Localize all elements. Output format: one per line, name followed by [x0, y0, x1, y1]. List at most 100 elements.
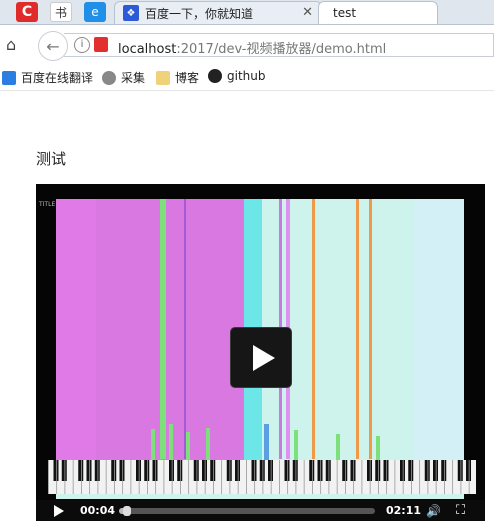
piano-white-key-edge: [369, 460, 371, 494]
piano-white-key-edge: [155, 460, 157, 494]
url-path: :2017/dev-视频播放器/demo.html: [176, 42, 387, 57]
piano-black-key: [136, 460, 141, 481]
pinned-tab-label: 书: [54, 5, 67, 20]
bookmark-blog[interactable]: 博客: [156, 69, 199, 86]
piano-black-key: [309, 460, 315, 481]
video-player[interactable]: TITLE 00:04 02:11 🔊 ⛶: [36, 184, 485, 521]
piano-black-key: [144, 460, 150, 481]
volume-icon[interactable]: 🔊: [426, 504, 441, 518]
piano-white-key-edge: [411, 460, 412, 494]
piano-black-key: [408, 460, 414, 481]
bookmark-label: 采集: [121, 71, 146, 85]
piano-white-key-edge: [312, 460, 313, 494]
piano-black-key: [177, 460, 183, 481]
url-host: localhost: [118, 42, 177, 57]
piano-black-key: [268, 460, 273, 481]
piano-black-key: [111, 460, 117, 481]
fullscreen-icon[interactable]: ⛶: [456, 503, 465, 518]
tab-test[interactable]: test: [318, 1, 438, 24]
piano-white-key-edge: [328, 460, 330, 494]
piano-black-key: [284, 460, 290, 481]
piano-white-key-edge: [402, 460, 404, 494]
back-arrow-icon: ←: [46, 36, 60, 56]
piano-black-key: [292, 460, 298, 481]
browser-toolbar: ⌂ i localhost:2017/dev-视频播放器/demo.html ←: [0, 25, 494, 65]
piano-black-key: [325, 460, 331, 481]
piano-black-key: [169, 460, 174, 481]
pinned-tab-e[interactable]: e: [84, 2, 106, 22]
piano-white-key-edge: [279, 460, 280, 494]
url-text[interactable]: localhost:2017/dev-视频播放器/demo.html: [118, 38, 386, 57]
piano-white-key-edge: [188, 460, 190, 494]
frame-title-label: TITLE: [39, 201, 56, 208]
pinned-tab-c[interactable]: C: [16, 2, 38, 22]
piano-black-key: [342, 460, 348, 481]
bookmark-label: 百度在线翻译: [21, 71, 94, 85]
piano-black-key: [86, 460, 92, 481]
piano-white-key-edge: [295, 460, 297, 494]
piano-black-key: [466, 460, 471, 481]
page-title: 测试: [36, 150, 67, 168]
big-play-button[interactable]: [231, 328, 291, 387]
progress-bar[interactable]: [119, 506, 375, 516]
piano-white-key-edge: [427, 460, 429, 494]
piano-black-key: [119, 460, 125, 481]
piano-white-key-edge: [262, 460, 264, 494]
pinned-tab-book[interactable]: 书: [50, 2, 72, 22]
piano-black-key: [400, 460, 405, 481]
info-icon[interactable]: i: [74, 37, 90, 53]
piano-white-key-edge: [303, 460, 305, 494]
piano-black-key: [259, 460, 265, 481]
piano-black-key: [317, 460, 323, 481]
back-button[interactable]: ←: [38, 31, 68, 61]
piano-white-key-edge: [180, 460, 181, 494]
pinned-tab-label: C: [21, 4, 33, 20]
piano-white-key-edge: [147, 460, 148, 494]
piano-white-key-edge: [336, 460, 338, 494]
piano-white-key-edge: [361, 460, 363, 494]
piano-white-key-edge: [171, 460, 173, 494]
bookmark-github[interactable]: github: [208, 69, 265, 83]
piano-white-key-edge: [89, 460, 91, 494]
piano-white-key-edge: [204, 460, 206, 494]
address-bar[interactable]: i localhost:2017/dev-视频播放器/demo.html: [64, 33, 494, 57]
piano-white-key-edge: [213, 460, 214, 494]
piano-white-key-edge: [386, 460, 388, 494]
piano-white-key-edge: [64, 460, 66, 494]
piano-black-key: [375, 460, 381, 481]
bookmark-label: 博客: [175, 71, 200, 85]
translate-icon: [2, 70, 16, 85]
extension-icon[interactable]: [94, 37, 108, 52]
piano-white-key-edge: [246, 460, 247, 494]
piano-white-key-edge: [229, 460, 231, 494]
piano-black-key: [433, 460, 438, 481]
piano-black-key: [193, 460, 199, 481]
piano-black-key: [152, 460, 158, 481]
tab-baidu[interactable]: ❖ 百度一下，你就知道 ✕: [114, 1, 322, 24]
folder-icon: [156, 70, 170, 85]
progress-handle[interactable]: [122, 506, 131, 516]
piano-black-key: [235, 460, 240, 481]
play-icon[interactable]: [54, 505, 64, 517]
piano-white-key-edge: [435, 460, 437, 494]
piano-white-key-edge: [97, 460, 99, 494]
bookmark-label: github: [227, 69, 266, 83]
current-time: 00:04: [80, 504, 116, 517]
github-icon: [208, 69, 222, 83]
baidu-paw-icon: ❖: [123, 5, 139, 21]
close-icon[interactable]: ✕: [302, 5, 313, 20]
piano-black-key: [441, 460, 447, 481]
piano-white-key-edge: [353, 460, 355, 494]
tab-title: 百度一下，你就知道: [145, 6, 254, 21]
piano-white-key-edge: [378, 460, 379, 494]
piano-white-key-edge: [444, 460, 445, 494]
bookmark-collect[interactable]: 采集: [102, 69, 145, 86]
piano-white-key-edge: [468, 460, 470, 494]
piano-white-key-edge: [221, 460, 223, 494]
piano-white-key-edge: [287, 460, 289, 494]
piano-white-key-edge: [419, 460, 421, 494]
bookmark-translate[interactable]: 百度在线翻译: [2, 69, 93, 86]
piano-white-key-edge: [105, 460, 107, 494]
home-icon[interactable]: ⌂: [6, 35, 16, 54]
pinned-tab-label: e: [91, 5, 99, 19]
